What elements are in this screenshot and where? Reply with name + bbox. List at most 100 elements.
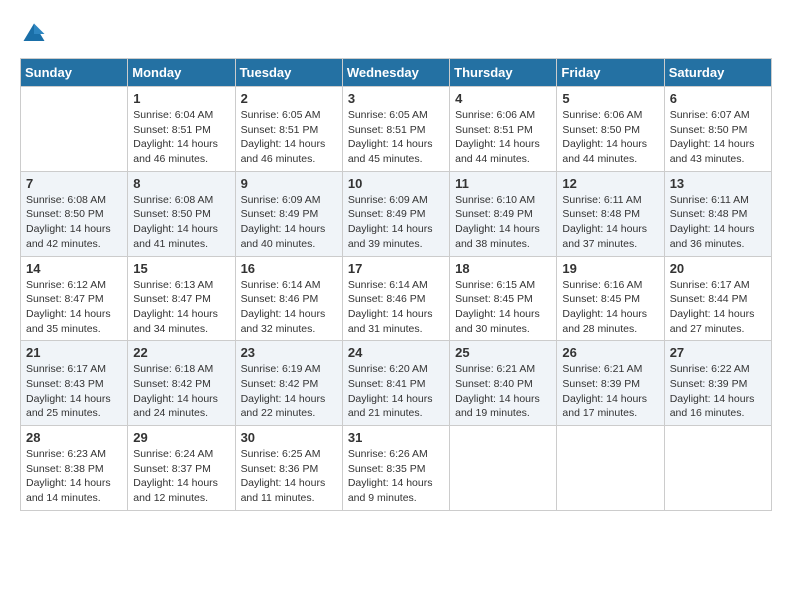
day-number: 24 bbox=[348, 345, 444, 360]
day-number: 13 bbox=[670, 176, 766, 191]
day-info: Sunrise: 6:09 AM Sunset: 8:49 PM Dayligh… bbox=[348, 193, 444, 252]
weekday-header: Saturday bbox=[664, 59, 771, 87]
day-number: 29 bbox=[133, 430, 229, 445]
day-number: 12 bbox=[562, 176, 658, 191]
calendar-cell: 20 Sunrise: 6:17 AM Sunset: 8:44 PM Dayli… bbox=[664, 256, 771, 341]
calendar-cell: 27 Sunrise: 6:22 AM Sunset: 8:39 PM Dayli… bbox=[664, 341, 771, 426]
calendar-cell: 9 Sunrise: 6:09 AM Sunset: 8:49 PM Daylig… bbox=[235, 171, 342, 256]
logo bbox=[20, 20, 52, 48]
day-info: Sunrise: 6:19 AM Sunset: 8:42 PM Dayligh… bbox=[241, 362, 337, 421]
day-number: 27 bbox=[670, 345, 766, 360]
calendar-cell: 19 Sunrise: 6:16 AM Sunset: 8:45 PM Dayli… bbox=[557, 256, 664, 341]
day-number: 4 bbox=[455, 91, 551, 106]
calendar-cell: 25Sunrise: 6:21 AM Sunset: 8:40 PM Dayli… bbox=[450, 341, 557, 426]
day-number: 14 bbox=[26, 261, 122, 276]
day-info: Sunrise: 6:16 AM Sunset: 8:45 PM Dayligh… bbox=[562, 278, 658, 337]
day-number: 22 bbox=[133, 345, 229, 360]
day-info: Sunrise: 6:26 AM Sunset: 8:35 PM Dayligh… bbox=[348, 447, 444, 506]
calendar-cell: 5Sunrise: 6:06 AM Sunset: 8:50 PM Daylig… bbox=[557, 87, 664, 172]
calendar-cell: 12 Sunrise: 6:11 AM Sunset: 8:48 PM Dayli… bbox=[557, 171, 664, 256]
calendar-cell: 31 Sunrise: 6:26 AM Sunset: 8:35 PM Dayli… bbox=[342, 426, 449, 511]
calendar-cell: 7 Sunrise: 6:08 AM Sunset: 8:50 PM Daylig… bbox=[21, 171, 128, 256]
day-info: Sunrise: 6:17 AM Sunset: 8:43 PM Dayligh… bbox=[26, 362, 122, 421]
day-info: Sunrise: 6:24 AM Sunset: 8:37 PM Dayligh… bbox=[133, 447, 229, 506]
calendar-header: SundayMondayTuesdayWednesdayThursdayFrid… bbox=[21, 59, 772, 87]
day-number: 17 bbox=[348, 261, 444, 276]
calendar-table: SundayMondayTuesdayWednesdayThursdayFrid… bbox=[20, 58, 772, 511]
day-number: 8 bbox=[133, 176, 229, 191]
calendar-week-row: 14 Sunrise: 6:12 AM Sunset: 8:47 PM Dayli… bbox=[21, 256, 772, 341]
day-info: Sunrise: 6:15 AM Sunset: 8:45 PM Dayligh… bbox=[455, 278, 551, 337]
calendar-week-row: 7 Sunrise: 6:08 AM Sunset: 8:50 PM Daylig… bbox=[21, 171, 772, 256]
day-info: Sunrise: 6:14 AM Sunset: 8:46 PM Dayligh… bbox=[348, 278, 444, 337]
page-header bbox=[20, 20, 772, 48]
calendar-cell: 14 Sunrise: 6:12 AM Sunset: 8:47 PM Dayli… bbox=[21, 256, 128, 341]
day-info: Sunrise: 6:12 AM Sunset: 8:47 PM Dayligh… bbox=[26, 278, 122, 337]
day-number: 2 bbox=[241, 91, 337, 106]
calendar-cell: 18Sunrise: 6:15 AM Sunset: 8:45 PM Dayli… bbox=[450, 256, 557, 341]
day-number: 1 bbox=[133, 91, 229, 106]
calendar-cell: 2 Sunrise: 6:05 AM Sunset: 8:51 PM Daylig… bbox=[235, 87, 342, 172]
calendar-week-row: 28Sunrise: 6:23 AM Sunset: 8:38 PM Dayli… bbox=[21, 426, 772, 511]
day-number: 9 bbox=[241, 176, 337, 191]
day-info: Sunrise: 6:05 AM Sunset: 8:51 PM Dayligh… bbox=[241, 108, 337, 167]
day-number: 21 bbox=[26, 345, 122, 360]
day-info: Sunrise: 6:25 AM Sunset: 8:36 PM Dayligh… bbox=[241, 447, 337, 506]
calendar-cell: 13 Sunrise: 6:11 AM Sunset: 8:48 PM Dayli… bbox=[664, 171, 771, 256]
weekday-header: Thursday bbox=[450, 59, 557, 87]
day-number: 7 bbox=[26, 176, 122, 191]
day-number: 20 bbox=[670, 261, 766, 276]
day-number: 30 bbox=[241, 430, 337, 445]
calendar-body: 1 Sunrise: 6:04 AM Sunset: 8:51 PM Daylig… bbox=[21, 87, 772, 511]
calendar-cell: 22 Sunrise: 6:18 AM Sunset: 8:42 PM Dayli… bbox=[128, 341, 235, 426]
calendar-cell bbox=[450, 426, 557, 511]
day-info: Sunrise: 6:22 AM Sunset: 8:39 PM Dayligh… bbox=[670, 362, 766, 421]
calendar-cell: 30 Sunrise: 6:25 AM Sunset: 8:36 PM Dayli… bbox=[235, 426, 342, 511]
calendar-cell: 23 Sunrise: 6:19 AM Sunset: 8:42 PM Dayli… bbox=[235, 341, 342, 426]
calendar-week-row: 21 Sunrise: 6:17 AM Sunset: 8:43 PM Dayli… bbox=[21, 341, 772, 426]
day-number: 31 bbox=[348, 430, 444, 445]
day-info: Sunrise: 6:07 AM Sunset: 8:50 PM Dayligh… bbox=[670, 108, 766, 167]
day-info: Sunrise: 6:09 AM Sunset: 8:49 PM Dayligh… bbox=[241, 193, 337, 252]
calendar-cell: 8 Sunrise: 6:08 AM Sunset: 8:50 PM Daylig… bbox=[128, 171, 235, 256]
day-number: 6 bbox=[670, 91, 766, 106]
day-number: 25 bbox=[455, 345, 551, 360]
day-info: Sunrise: 6:21 AM Sunset: 8:39 PM Dayligh… bbox=[562, 362, 658, 421]
calendar-cell: 1 Sunrise: 6:04 AM Sunset: 8:51 PM Daylig… bbox=[128, 87, 235, 172]
calendar-cell bbox=[664, 426, 771, 511]
day-number: 11 bbox=[455, 176, 551, 191]
day-info: Sunrise: 6:11 AM Sunset: 8:48 PM Dayligh… bbox=[562, 193, 658, 252]
calendar-cell: 11 Sunrise: 6:10 AM Sunset: 8:49 PM Dayli… bbox=[450, 171, 557, 256]
day-info: Sunrise: 6:06 AM Sunset: 8:50 PM Dayligh… bbox=[562, 108, 658, 167]
day-info: Sunrise: 6:10 AM Sunset: 8:49 PM Dayligh… bbox=[455, 193, 551, 252]
calendar-cell: 26 Sunrise: 6:21 AM Sunset: 8:39 PM Dayli… bbox=[557, 341, 664, 426]
calendar-cell: 16Sunrise: 6:14 AM Sunset: 8:46 PM Dayli… bbox=[235, 256, 342, 341]
weekday-header: Monday bbox=[128, 59, 235, 87]
weekday-header: Friday bbox=[557, 59, 664, 87]
calendar-cell bbox=[557, 426, 664, 511]
day-info: Sunrise: 6:17 AM Sunset: 8:44 PM Dayligh… bbox=[670, 278, 766, 337]
day-info: Sunrise: 6:08 AM Sunset: 8:50 PM Dayligh… bbox=[133, 193, 229, 252]
day-info: Sunrise: 6:18 AM Sunset: 8:42 PM Dayligh… bbox=[133, 362, 229, 421]
day-info: Sunrise: 6:05 AM Sunset: 8:51 PM Dayligh… bbox=[348, 108, 444, 167]
day-number: 3 bbox=[348, 91, 444, 106]
day-info: Sunrise: 6:13 AM Sunset: 8:47 PM Dayligh… bbox=[133, 278, 229, 337]
calendar-cell: 3 Sunrise: 6:05 AM Sunset: 8:51 PM Daylig… bbox=[342, 87, 449, 172]
calendar-cell bbox=[21, 87, 128, 172]
calendar-cell: 28Sunrise: 6:23 AM Sunset: 8:38 PM Dayli… bbox=[21, 426, 128, 511]
day-number: 19 bbox=[562, 261, 658, 276]
weekday-header: Tuesday bbox=[235, 59, 342, 87]
day-info: Sunrise: 6:04 AM Sunset: 8:51 PM Dayligh… bbox=[133, 108, 229, 167]
calendar-cell: 10Sunrise: 6:09 AM Sunset: 8:49 PM Dayli… bbox=[342, 171, 449, 256]
day-number: 23 bbox=[241, 345, 337, 360]
weekday-header: Sunday bbox=[21, 59, 128, 87]
calendar-cell: 21 Sunrise: 6:17 AM Sunset: 8:43 PM Dayli… bbox=[21, 341, 128, 426]
day-info: Sunrise: 6:20 AM Sunset: 8:41 PM Dayligh… bbox=[348, 362, 444, 421]
day-info: Sunrise: 6:08 AM Sunset: 8:50 PM Dayligh… bbox=[26, 193, 122, 252]
calendar-cell: 24 Sunrise: 6:20 AM Sunset: 8:41 PM Dayli… bbox=[342, 341, 449, 426]
day-info: Sunrise: 6:06 AM Sunset: 8:51 PM Dayligh… bbox=[455, 108, 551, 167]
day-number: 28 bbox=[26, 430, 122, 445]
calendar-cell: 6 Sunrise: 6:07 AM Sunset: 8:50 PM Daylig… bbox=[664, 87, 771, 172]
day-number: 26 bbox=[562, 345, 658, 360]
day-info: Sunrise: 6:11 AM Sunset: 8:48 PM Dayligh… bbox=[670, 193, 766, 252]
